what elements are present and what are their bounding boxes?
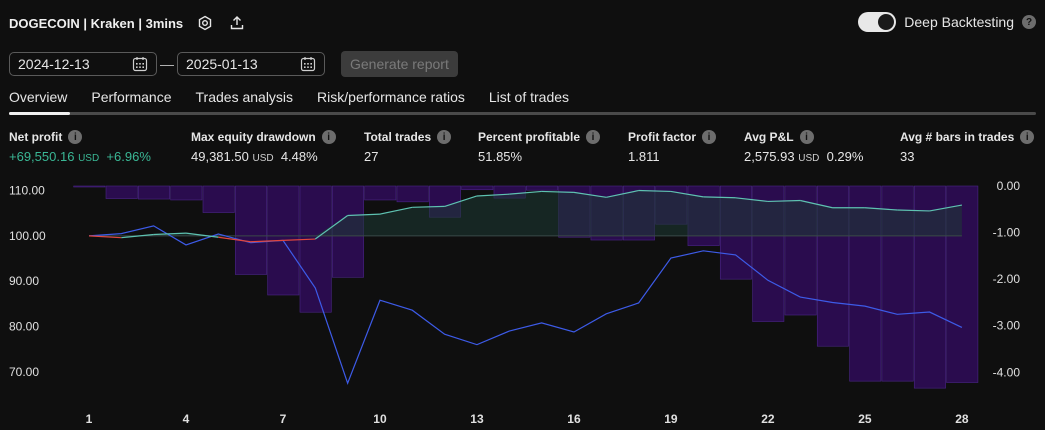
equity-chart[interactable]: 110.00 100.00 90.00 80.00 70.00 0.00 -1.00 -2.0… — [0, 170, 1045, 430]
stat-label: Max equity drawdown — [191, 130, 316, 144]
net-profit-percent: +6.96% — [106, 149, 151, 164]
y-left-tick-label: 100.00 — [9, 229, 46, 243]
stat-net-profit: Net profit i +69,550.16 USD +6.96% — [9, 130, 151, 164]
drawdown-bar — [461, 185, 494, 191]
currency-unit: USD — [78, 153, 100, 164]
stat-avg-pnl: Avg P&L i 2,575.93 USD 0.29% — [744, 130, 863, 164]
deep-backtesting-toggle[interactable] — [858, 12, 897, 32]
y-right-tick-label: -3.00 — [993, 319, 1021, 333]
drawdown-bar — [364, 185, 397, 201]
net-profit-value: +69,550.16 — [9, 149, 75, 164]
x-tick-label: 4 — [183, 412, 190, 426]
drawdown-bar — [170, 185, 203, 201]
currency-unit: USD — [798, 153, 820, 164]
tab-list-of-trades[interactable]: List of trades — [489, 89, 569, 105]
stat-total-trades: Total trades i 27 — [364, 130, 452, 164]
stat-profit-factor: Profit factor i 1.811 — [628, 130, 717, 164]
stat-label: Profit factor — [628, 130, 697, 144]
tab-performance[interactable]: Performance — [91, 89, 171, 105]
info-icon[interactable]: i — [586, 130, 601, 144]
tab-active-indicator — [9, 112, 70, 115]
stat-label: Total trades — [364, 130, 432, 144]
settings-icon[interactable] — [195, 13, 215, 33]
avg-pnl-value: 2,575.93 — [744, 149, 795, 164]
report-tabs: Overview Performance Trades analysis Ris… — [9, 89, 593, 105]
calendar-icon[interactable] — [300, 56, 316, 72]
stat-label: Avg P&L — [744, 130, 794, 144]
max-drawdown-value: 49,381.50 — [191, 149, 249, 164]
deep-backtesting-control: Deep Backtesting ? — [858, 12, 1036, 32]
y-left-tick-label: 110.00 — [9, 184, 45, 198]
y-right-tick-label: -1.00 — [993, 226, 1021, 240]
drawdown-bar — [396, 185, 429, 203]
x-tick-label: 22 — [761, 412, 775, 426]
x-tick-label: 19 — [664, 412, 678, 426]
x-tick-label: 25 — [858, 412, 872, 426]
date-separator: — — [160, 56, 174, 72]
drawdown-bar — [525, 185, 558, 191]
x-tick-label: 7 — [280, 412, 287, 426]
info-icon[interactable]: i — [321, 130, 336, 144]
stat-label: Percent profitable — [478, 130, 581, 144]
help-icon[interactable]: ? — [1022, 15, 1036, 29]
info-icon[interactable]: i — [68, 130, 83, 144]
total-trades-value: 27 — [364, 149, 379, 164]
export-icon[interactable] — [227, 13, 247, 33]
x-tick-label: 16 — [567, 412, 581, 426]
calendar-icon[interactable] — [132, 56, 148, 72]
end-date-value: 2025-01-13 — [186, 56, 258, 72]
currency-unit: USD — [252, 153, 274, 164]
y-right-tick-label: -4.00 — [993, 365, 1021, 379]
tab-risk-performance-ratios[interactable]: Risk/performance ratios — [317, 89, 465, 105]
date-range: 2024-12-13 — 2025-01-13 Generate report — [9, 51, 458, 77]
tab-underline-track — [9, 112, 1036, 115]
y-left-tick-label: 70.00 — [9, 365, 39, 379]
drawdown-bar — [202, 185, 235, 213]
tab-trades-analysis[interactable]: Trades analysis — [196, 89, 294, 105]
drawdown-bar — [235, 185, 267, 275]
y-left-tick-label: 90.00 — [9, 274, 39, 288]
drawdown-bar — [73, 185, 106, 188]
info-icon[interactable]: i — [437, 130, 452, 144]
profit-factor-value: 1.811 — [628, 149, 660, 164]
start-date-value: 2024-12-13 — [18, 56, 90, 72]
tab-overview[interactable]: Overview — [9, 89, 67, 105]
stat-percent-profitable: Percent profitable i 51.85% — [478, 130, 601, 164]
avg-bars-value: 33 — [900, 149, 915, 164]
percent-profitable-value: 51.85% — [478, 149, 523, 164]
y-right-tick-label: -2.00 — [993, 272, 1021, 286]
x-tick-label: 13 — [470, 412, 484, 426]
start-date-input[interactable]: 2024-12-13 — [9, 52, 157, 76]
drawdown-bar — [138, 185, 170, 200]
x-tick-label: 10 — [373, 412, 387, 426]
strategy-title: DOGECOIN | Kraken | 3mins — [9, 15, 184, 31]
info-icon[interactable]: i — [799, 130, 814, 144]
max-drawdown-percent: 4.48% — [280, 149, 318, 164]
deep-backtesting-label: Deep Backtesting — [904, 14, 1014, 30]
x-tick-label: 28 — [955, 412, 969, 426]
drawdown-bar — [105, 185, 138, 199]
avg-pnl-percent: 0.29% — [826, 149, 864, 164]
end-date-input[interactable]: 2025-01-13 — [177, 52, 325, 76]
info-icon[interactable]: i — [1020, 130, 1035, 144]
header-bar: DOGECOIN | Kraken | 3mins — [9, 12, 247, 34]
info-icon[interactable]: i — [702, 130, 717, 144]
drawdown-bar — [299, 185, 332, 313]
toggle-knob — [878, 14, 895, 30]
stat-label: Avg # bars in trades — [900, 130, 1015, 144]
stat-max-drawdown: Max equity drawdown i 49,381.50 USD 4.48% — [191, 130, 336, 164]
x-tick-label: 1 — [86, 412, 93, 426]
y-right-tick-label: 0.00 — [997, 179, 1021, 193]
generate-report-button[interactable]: Generate report — [341, 51, 458, 77]
stat-avg-bars: Avg # bars in trades i 33 — [900, 130, 1035, 164]
stat-label: Net profit — [9, 130, 63, 144]
y-left-tick-label: 80.00 — [9, 320, 39, 334]
